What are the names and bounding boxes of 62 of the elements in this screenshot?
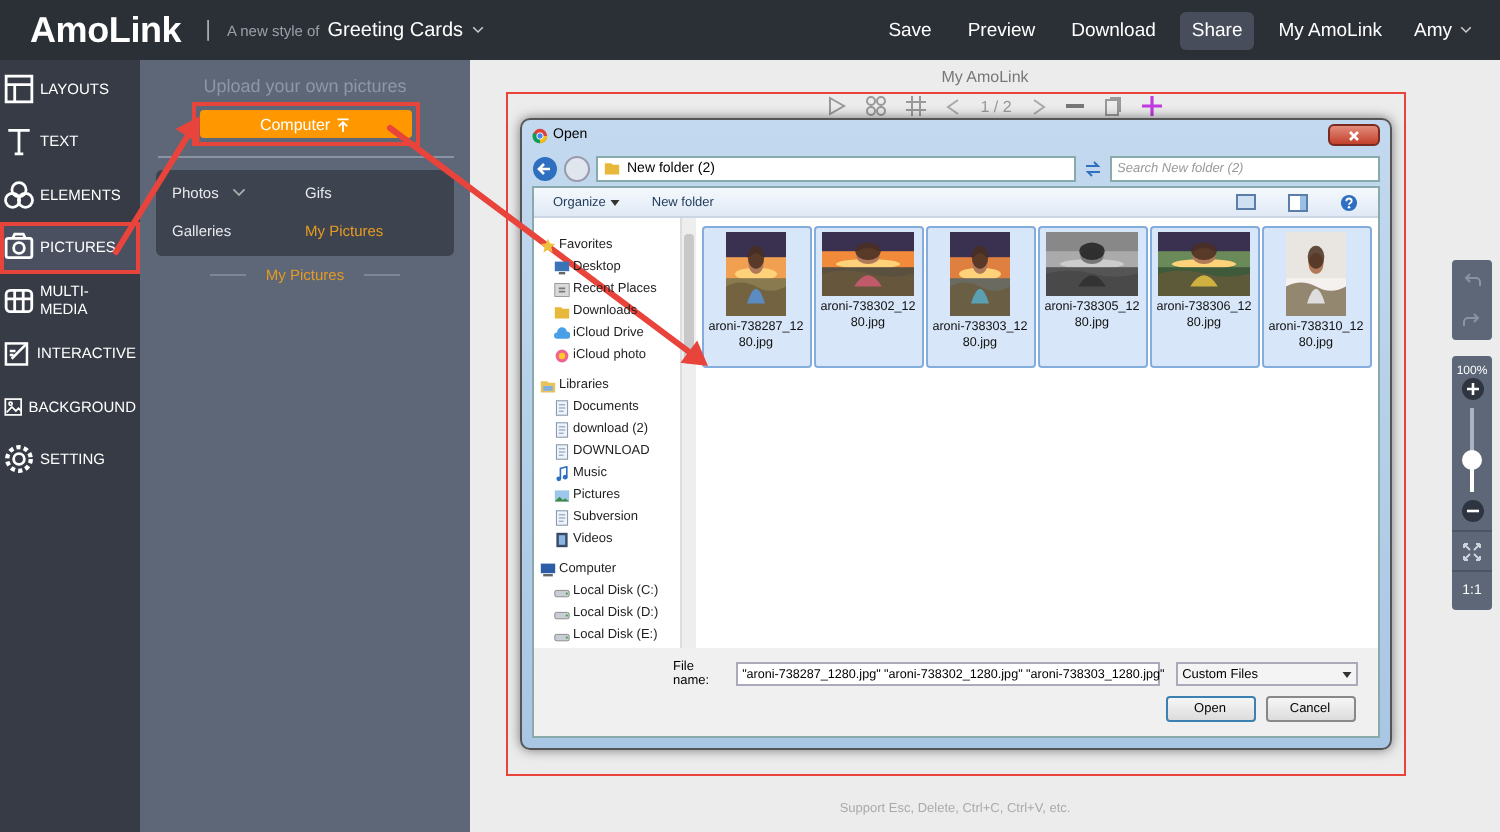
- help-icon[interactable]: [1339, 193, 1357, 211]
- library-icon: [539, 377, 555, 393]
- product-name: Greeting Cards: [327, 19, 464, 41]
- header-action[interactable]: Share: [1179, 11, 1255, 49]
- page-indicator: 1 / 2: [980, 97, 1012, 115]
- cloud-icon: [553, 325, 569, 341]
- circles-icon: [4, 179, 34, 210]
- camera-icon: [4, 232, 34, 263]
- forward-icon[interactable]: [563, 155, 589, 181]
- caret-icon: [1460, 26, 1472, 34]
- play-icon[interactable]: [828, 96, 847, 116]
- hash-icon[interactable]: [906, 96, 927, 116]
- film-icon: [4, 285, 34, 316]
- folder-icon: [553, 303, 569, 319]
- folder-icon: [603, 160, 619, 176]
- upload-icon: [336, 117, 351, 131]
- divider-text: |: [205, 18, 211, 42]
- star-icon: [539, 237, 555, 253]
- slider-thumb[interactable]: [1462, 450, 1482, 471]
- header-action[interactable]: Preview: [955, 11, 1048, 49]
- text-icon: [4, 126, 34, 157]
- header-action[interactable]: Download: [1059, 11, 1168, 49]
- document-icon: [553, 421, 569, 437]
- grid-icon[interactable]: [866, 96, 887, 116]
- user-menu[interactable]: Amy: [1406, 11, 1480, 49]
- refresh-icon[interactable]: [1081, 157, 1103, 179]
- redo-icon: [1462, 312, 1482, 328]
- close-button[interactable]: [1327, 124, 1379, 146]
- back-icon[interactable]: [531, 155, 557, 181]
- music-icon: [553, 465, 569, 481]
- browser-icon: [531, 127, 547, 143]
- account-link[interactable]: My AmoLink: [1266, 11, 1394, 49]
- minus-icon[interactable]: [1065, 103, 1084, 109]
- settings-icon: [4, 444, 34, 475]
- view-icon[interactable]: [1235, 194, 1255, 210]
- image-icon: [553, 487, 569, 503]
- zoom-out-icon[interactable]: [1461, 500, 1483, 522]
- add-icon[interactable]: [1141, 96, 1162, 116]
- flower-icon: [553, 347, 569, 363]
- document-icon: [553, 399, 569, 415]
- app-logo: AmoLink: [30, 9, 182, 51]
- preview-pane-icon[interactable]: [1287, 193, 1307, 211]
- document-icon: [553, 443, 569, 459]
- expand-icon: [1462, 541, 1482, 561]
- canvas-title: My AmoLink: [941, 68, 1029, 86]
- monitor-icon: [553, 259, 569, 275]
- undo-icon: [1462, 272, 1482, 288]
- film-icon: [553, 531, 569, 547]
- close-icon: [1347, 129, 1359, 141]
- zoom-in-icon[interactable]: [1461, 378, 1483, 400]
- next-icon[interactable]: [1031, 97, 1046, 115]
- caret-icon: [471, 26, 484, 34]
- edit-icon: [4, 338, 31, 369]
- caret-icon: [232, 188, 247, 198]
- header-action[interactable]: Save: [876, 11, 944, 49]
- computer-icon: [539, 561, 555, 577]
- document-icon: [553, 509, 569, 525]
- caret-icon: [1341, 671, 1351, 677]
- caret-icon: [609, 199, 620, 205]
- copy-icon[interactable]: [1103, 96, 1122, 116]
- layout-icon: [4, 73, 34, 104]
- previous-icon[interactable]: [946, 97, 961, 115]
